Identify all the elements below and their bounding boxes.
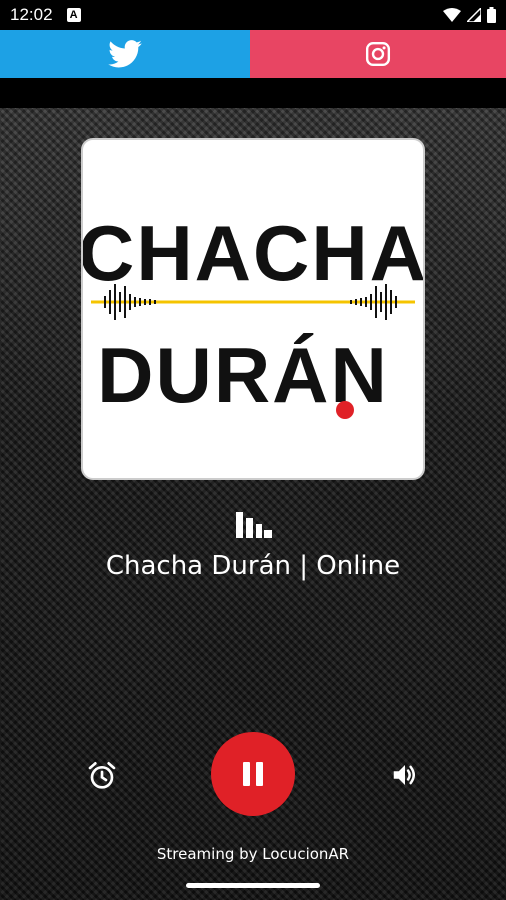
logo-text-line1: CHACHA — [83, 209, 423, 297]
volume-icon — [393, 765, 415, 785]
logo-artwork: CHACHA DURÁN — [83, 209, 423, 419]
instagram-icon — [365, 41, 391, 67]
signal-icon — [467, 8, 481, 22]
station-logo: CHACHA DURÁN — [81, 138, 425, 480]
alarm-clock-icon — [88, 762, 116, 789]
status-left: 12:02 A — [10, 5, 81, 25]
pause-icon — [243, 762, 263, 786]
twitter-button[interactable] — [0, 30, 250, 78]
wifi-icon — [443, 8, 461, 22]
status-icons — [443, 7, 496, 23]
status-bar: 12:02 A — [0, 0, 506, 30]
header-spacer — [0, 78, 506, 108]
streaming-credit: Streaming by LocucionAR — [156, 845, 350, 863]
home-indicator[interactable] — [186, 883, 320, 888]
pause-button[interactable] — [211, 732, 295, 816]
logo-red-dot — [336, 401, 354, 419]
twitter-icon — [108, 40, 142, 68]
battery-icon — [487, 7, 496, 23]
notification-icon: A — [66, 8, 81, 22]
instagram-button[interactable] — [250, 30, 506, 78]
alarm-button[interactable] — [86, 760, 118, 792]
equalizer-bars-icon — [236, 512, 272, 538]
station-name: Chacha Durán | Online — [105, 551, 401, 581]
social-bar — [0, 30, 506, 78]
volume-button[interactable] — [390, 760, 420, 790]
status-time: 12:02 — [10, 5, 53, 24]
